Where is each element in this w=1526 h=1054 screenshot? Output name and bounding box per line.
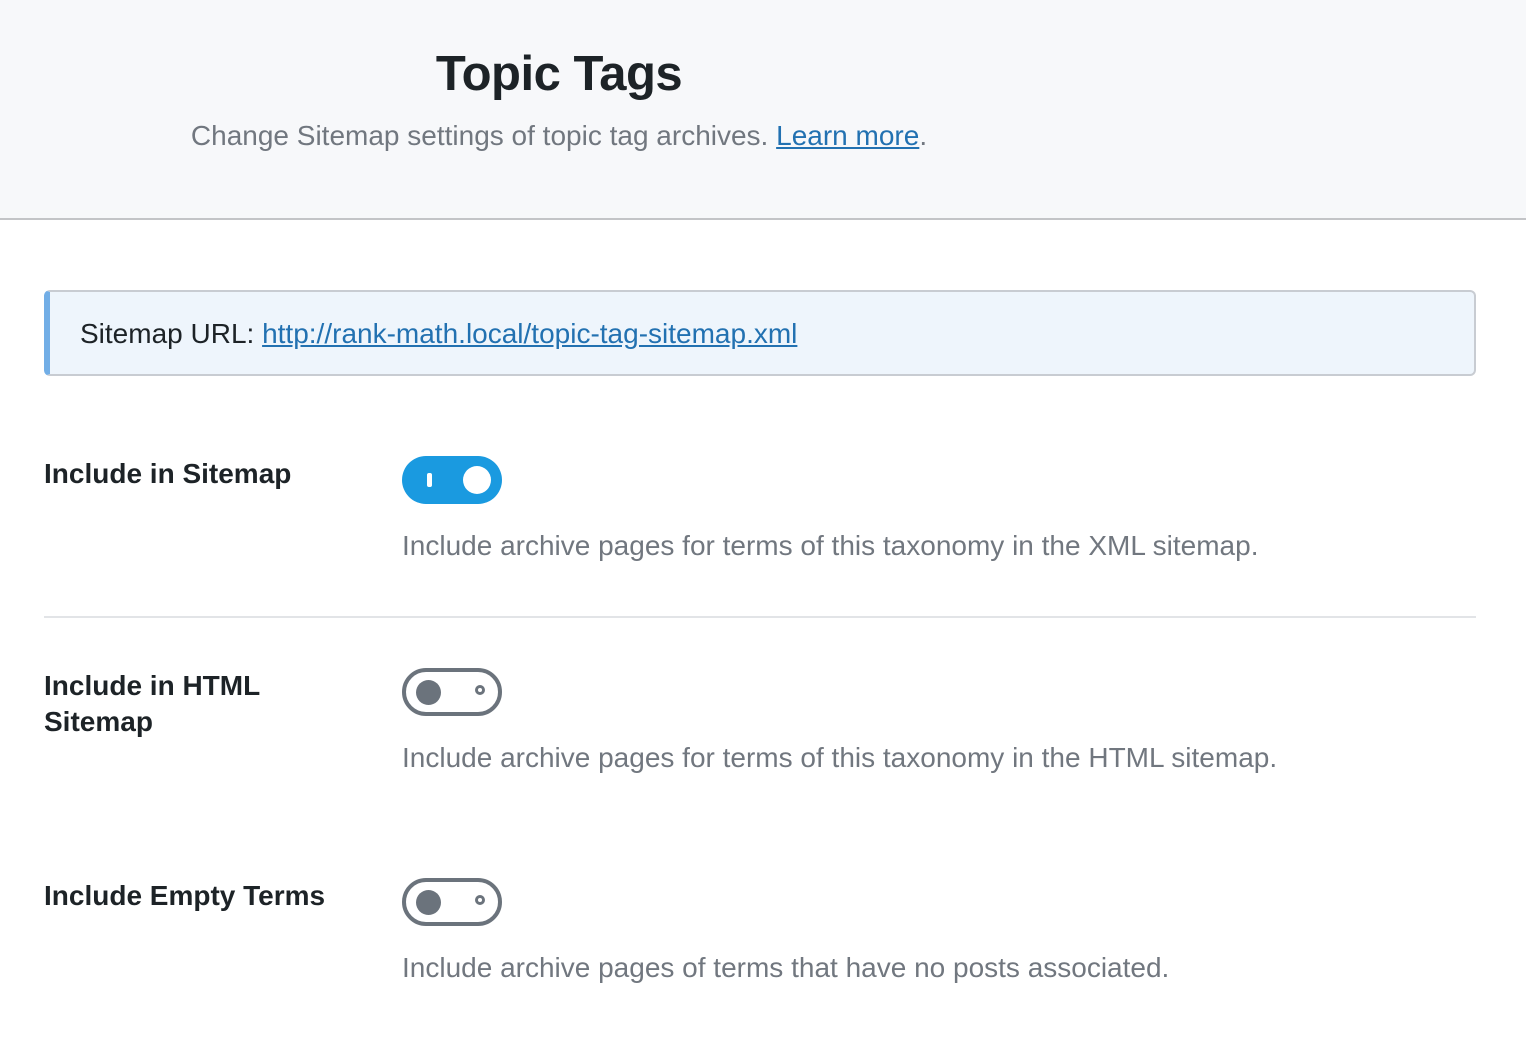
sitemap-url-notice: Sitemap URL: http://rank-math.local/topi… xyxy=(44,290,1476,376)
toggle-knob xyxy=(416,890,441,915)
include-empty-terms-description: Include archive pages of terms that have… xyxy=(402,952,1170,983)
sitemap-url-link[interactable]: http://rank-math.local/topic-tag-sitemap… xyxy=(262,318,797,349)
settings-header: Topic Tags Change Sitemap settings of to… xyxy=(0,0,1526,220)
page-description: Change Sitemap settings of topic tag arc… xyxy=(0,120,1118,152)
include-in-sitemap-description: Include archive pages for terms of this … xyxy=(402,530,1259,561)
include-empty-terms-label: Include Empty Terms xyxy=(44,880,326,911)
include-in-sitemap-toggle[interactable] xyxy=(402,456,502,504)
toggle-on-indicator xyxy=(427,473,432,487)
include-in-sitemap-label: Include in Sitemap xyxy=(44,458,292,489)
learn-more-link[interactable]: Learn more xyxy=(776,120,919,151)
field-divider xyxy=(44,616,1476,618)
sitemap-url-text: Sitemap URL: http://rank-math.local/topi… xyxy=(80,318,797,350)
include-empty-terms-toggle[interactable] xyxy=(402,878,502,926)
toggle-knob xyxy=(463,466,491,494)
toggle-off-indicator xyxy=(475,685,485,695)
include-in-html-sitemap-description: Include archive pages for terms of this … xyxy=(402,742,1278,773)
include-in-html-sitemap-toggle[interactable] xyxy=(402,668,502,716)
page-description-text: Change Sitemap settings of topic tag arc… xyxy=(190,120,769,151)
sitemap-url-label: Sitemap URL: xyxy=(80,318,255,349)
toggle-off-indicator xyxy=(475,895,485,905)
toggle-knob xyxy=(416,680,441,705)
description-period: . xyxy=(919,120,928,151)
page-title: Topic Tags xyxy=(435,47,683,101)
include-in-html-sitemap-label: Include in HTML Sitemap xyxy=(44,670,260,737)
